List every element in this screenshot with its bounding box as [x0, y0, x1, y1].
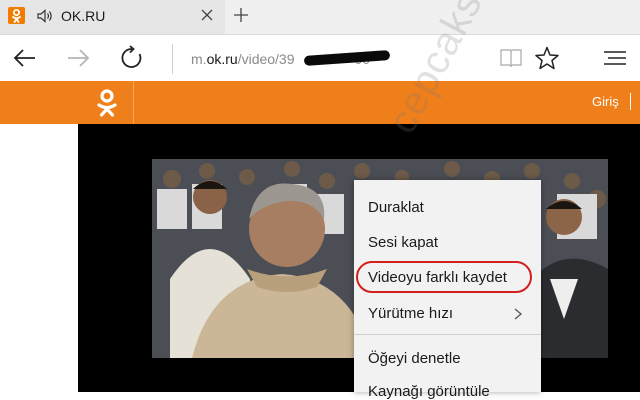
close-icon[interactable] — [198, 6, 216, 24]
login-link[interactable]: Giriş — [592, 94, 619, 109]
menu-separator — [354, 334, 541, 335]
star-icon[interactable] — [534, 45, 560, 71]
menu-item-mute[interactable]: Sesi kapat — [368, 234, 438, 251]
reload-icon[interactable] — [119, 45, 145, 71]
ok-logo-icon[interactable] — [91, 87, 123, 119]
tab-bar: OK.RU — [0, 0, 640, 35]
menu-item-playback-speed[interactable]: Yürütme hızı — [368, 305, 453, 322]
header-divider — [630, 93, 631, 110]
site-header: Giriş — [0, 81, 640, 124]
speaker-icon[interactable] — [36, 7, 54, 25]
back-arrow-icon[interactable] — [12, 45, 38, 71]
menu-item-pause[interactable]: Duraklat — [368, 199, 424, 216]
plus-icon[interactable] — [232, 6, 250, 24]
context-menu: Duraklat Sesi kapat Videoyu farklı kayde… — [354, 180, 541, 400]
browser-tab[interactable]: OK.RU — [0, 0, 225, 34]
forward-arrow-icon[interactable] — [65, 45, 91, 71]
tab-title: OK.RU — [61, 8, 106, 24]
page-gutter — [0, 124, 78, 392]
ok-favicon-icon — [8, 7, 25, 24]
menu-icon[interactable] — [602, 45, 628, 71]
highlight-ring — [356, 261, 532, 293]
menu-item-inspect-element[interactable]: Öğeyi denetle — [368, 350, 461, 367]
chevron-right-icon — [511, 307, 525, 321]
address-bar-row: m.ok.ru/video/3900 — [0, 35, 640, 81]
header-divider — [133, 81, 134, 124]
reading-view-icon[interactable] — [499, 46, 523, 70]
